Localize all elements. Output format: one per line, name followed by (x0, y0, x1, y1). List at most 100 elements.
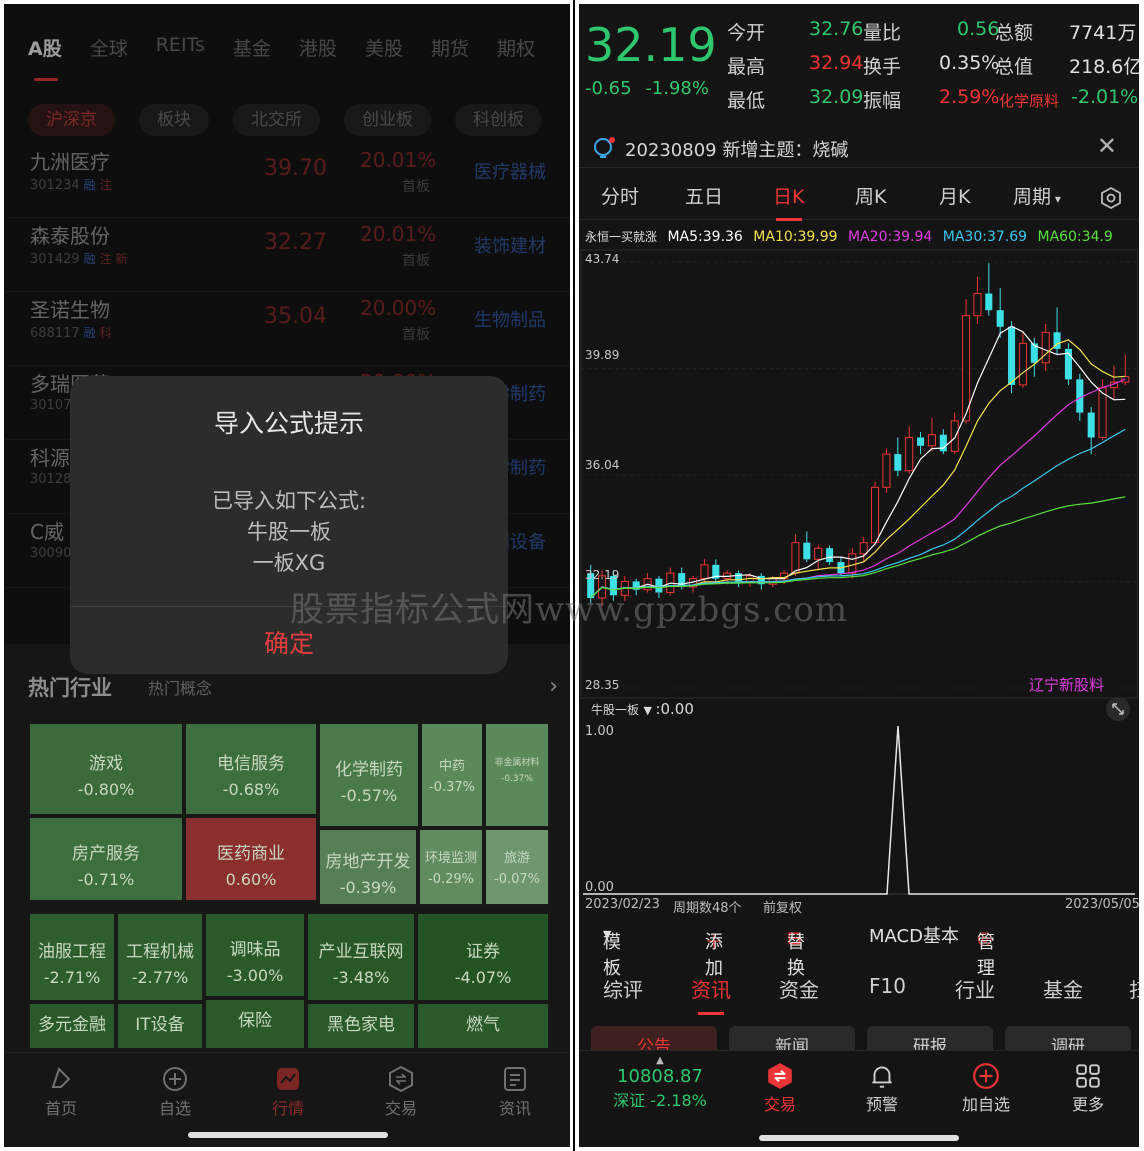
chip-announcement[interactable]: 公告 (591, 1026, 717, 1050)
tab-fund[interactable]: 基金 (1043, 974, 1083, 1003)
ma20-line (590, 378, 1126, 599)
tab-monthly-k[interactable]: 月K (939, 182, 970, 209)
industry-tile[interactable]: 房地产开发 -0.39% (318, 828, 418, 906)
settings-icon[interactable] (1099, 186, 1123, 210)
y-label: 32.19 (585, 568, 620, 582)
candle (962, 315, 971, 422)
nav-news[interactable]: 资讯 (480, 1065, 550, 1119)
tab-period[interactable]: 周期 ▾ (1013, 182, 1061, 209)
nav-trade[interactable]: 交易 (366, 1065, 436, 1119)
ma5-line (590, 325, 1126, 599)
active-info-indicator (698, 1012, 724, 1015)
chip-survey[interactable]: 调研 (1005, 1026, 1131, 1050)
industry-tile[interactable]: 工程机械 -2.77% (116, 912, 204, 1002)
add-circle-icon (973, 1063, 999, 1089)
screen-divider (573, 0, 575, 1151)
tab-industry[interactable]: 行业 (955, 974, 995, 1003)
indicator-toolbar: 模板 ▼ ＋添加 ⊟ 替换 MACD基本 ◎ 管理 (579, 916, 1139, 979)
chart-icon (277, 1068, 299, 1090)
tab-daily-k[interactable]: 日K (773, 182, 804, 209)
close-icon[interactable]: ✕ (1097, 132, 1117, 160)
industry-tile[interactable]: 旅游 -0.07% (484, 828, 550, 906)
tab-info[interactable]: 资讯 (691, 974, 731, 1003)
candle (826, 548, 834, 563)
industry-tile[interactable]: IT设备 (116, 1002, 204, 1050)
nav-home[interactable]: 首页 (26, 1065, 96, 1119)
open-value: 32.76 (809, 18, 864, 40)
hot-concept-tab[interactable]: 热门概念 (148, 675, 212, 699)
tab-overview[interactable]: 综评 (603, 974, 643, 1003)
industry-tile[interactable]: 燃气 (416, 1002, 550, 1050)
sector-name[interactable]: 化学原料 (999, 90, 1059, 111)
industry-tile[interactable]: 保险 (204, 998, 306, 1050)
theme-banner[interactable]: 20230809 新增主题：烧碱 ✕ (579, 128, 1139, 168)
amount-label: 总额 (995, 22, 1034, 44)
candle (1018, 342, 1027, 386)
industry-tile[interactable]: 非金属材料 -0.37% (484, 722, 550, 828)
tile-name: 产业互联网 (318, 942, 404, 962)
tile-value: -2.77% (131, 968, 189, 987)
tab-weekly-k[interactable]: 周K (855, 182, 886, 209)
hot-industry-header: 热门行业 热门概念 › (28, 672, 558, 704)
indicator-chart (583, 725, 1135, 895)
ma60-value: MA60:34.9 (1037, 229, 1113, 245)
nav-watchlist[interactable]: 自选 (140, 1065, 210, 1119)
tab-intraday[interactable]: 分时 (601, 182, 639, 209)
tab-capital[interactable]: 资金 (779, 974, 819, 1003)
nav-market[interactable]: 行情 (253, 1065, 323, 1119)
tab-f10[interactable]: F10 (869, 974, 906, 998)
ratio-value: 0.56 (957, 18, 1000, 40)
index-ticker[interactable]: ▲ 10808.87 深证 -2.18% (605, 1055, 715, 1111)
candle (859, 542, 868, 555)
tab-5day[interactable]: 五日 (685, 182, 723, 209)
add-circle-icon (163, 1067, 187, 1091)
nav-trade[interactable]: 交易 (735, 1061, 825, 1115)
industry-tile[interactable]: 中药 -0.37% (420, 722, 484, 828)
ma5-value: MA5:39.36 (667, 229, 743, 245)
industry-tile[interactable]: 调味品 -3.00% (204, 912, 306, 998)
banner-text: 20230809 新增主题：烧碱 (625, 140, 849, 161)
nav-label: 加自选 (961, 1095, 1010, 1114)
industry-tile[interactable]: 产业互联网 -3.48% (306, 912, 416, 1002)
tile-value: -0.07% (494, 872, 540, 887)
chip-research[interactable]: 研报 (867, 1026, 993, 1050)
nav-more[interactable]: 更多 (1043, 1061, 1133, 1115)
nav-add-watch[interactable]: 加自选 (941, 1061, 1031, 1115)
index-value: 10808.87 (617, 1066, 703, 1087)
change-value: -0.65 (585, 78, 632, 99)
candle (939, 434, 947, 452)
industry-tile[interactable]: 油服工程 -2.71% (28, 912, 116, 1002)
caret-up-icon: ▲ (656, 1055, 664, 1066)
industry-tile[interactable]: 环境监测 -0.29% (418, 828, 484, 906)
tab-more[interactable]: 扫 (1129, 974, 1139, 1003)
tile-name: 燃气 (466, 1015, 500, 1035)
amp-value: 2.59% (939, 86, 1000, 108)
industry-tile[interactable]: 电信服务 -0.68% (184, 722, 318, 816)
candlestick-chart[interactable] (579, 248, 1139, 700)
candle (973, 293, 982, 317)
nav-label: 交易 (763, 1095, 796, 1114)
industry-tile[interactable]: 多元金融 (28, 1002, 116, 1050)
chip-news[interactable]: 新闻 (729, 1026, 855, 1050)
y-label: 43.74 (585, 252, 620, 266)
industry-tile[interactable]: 游戏 -0.80% (28, 722, 184, 816)
nav-label: 自选 (158, 1099, 191, 1118)
low-label: 最低 (727, 90, 766, 112)
industry-tile[interactable]: 黑色家电 (306, 1002, 416, 1050)
indicator-header[interactable]: 牛股一板 ▼ :0.00 (591, 700, 694, 718)
industry-tile[interactable]: 房产服务 -0.71% (28, 816, 184, 902)
nav-alert[interactable]: 预警 (837, 1061, 927, 1115)
macd-button[interactable]: MACD基本 (869, 922, 959, 948)
hot-industry-tab[interactable]: 热门行业 (28, 676, 112, 700)
candle (848, 553, 857, 574)
tile-value: -0.68% (222, 780, 280, 799)
industry-tile[interactable]: 医药商业 0.60% (184, 816, 318, 902)
dialog-formula-2: 一板XG (252, 551, 326, 575)
indicator-name[interactable]: 永恒一买就涨 (585, 230, 657, 244)
amp-label: 振幅 (863, 90, 902, 112)
tile-value: -0.80% (77, 780, 135, 799)
industry-tile[interactable]: 化学制药 -0.57% (318, 722, 420, 828)
trade-icon (768, 1063, 792, 1089)
industry-tile[interactable]: 证券 -4.07% (416, 912, 550, 1002)
chevron-right-icon[interactable]: › (549, 674, 558, 699)
